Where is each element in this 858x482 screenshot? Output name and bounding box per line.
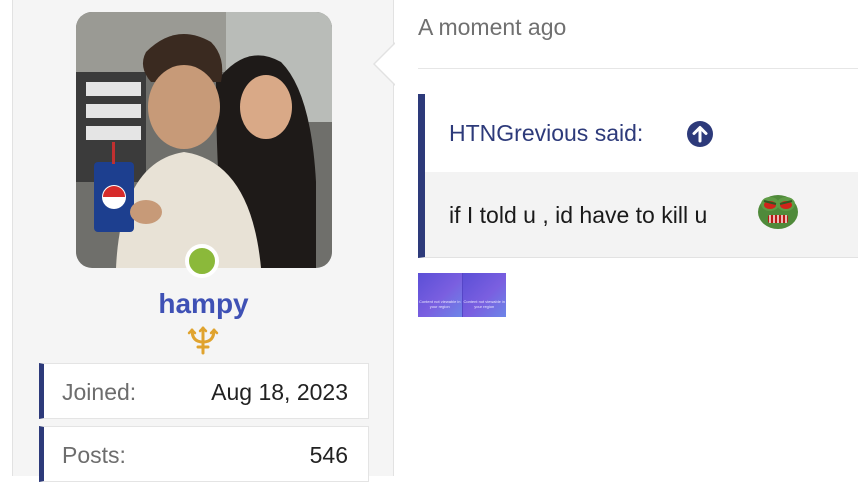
- quote-author-link[interactable]: HTNGrevious said:: [449, 120, 643, 147]
- post-timestamp[interactable]: A moment ago: [418, 14, 566, 41]
- stat-row-joined: Joined: Aug 18, 2023: [39, 363, 369, 419]
- stat-value[interactable]: 546: [310, 442, 348, 469]
- stat-label: Posts:: [62, 442, 126, 468]
- angry-pepe-icon: [758, 195, 798, 229]
- avatar[interactable]: [76, 12, 332, 268]
- media-tile: Content not viewable in your region: [418, 273, 462, 317]
- stat-row-posts: Posts: 546: [39, 426, 369, 482]
- divider: [418, 68, 858, 69]
- arrow-up-icon[interactable]: [686, 120, 714, 148]
- quote-header: HTNGrevious said:: [425, 94, 858, 172]
- avatar-photo: [76, 12, 332, 268]
- quote-block: HTNGrevious said: if I told u , id have …: [418, 94, 858, 258]
- message-pointer-inner: [375, 43, 396, 85]
- media-embed[interactable]: Content not viewable in your region Cont…: [418, 273, 506, 317]
- username-link[interactable]: hampy: [13, 288, 394, 320]
- message-user-column: hampy Joined: Aug 18, 2023 Posts: 546: [12, 0, 394, 482]
- media-tile: Content not viewable in your region: [461, 273, 506, 317]
- trident-icon: [187, 326, 219, 355]
- stat-value: Aug 18, 2023: [211, 379, 348, 405]
- stat-label: Joined:: [62, 379, 137, 405]
- quote-text: if I told u , id have to kill u: [449, 202, 708, 228]
- online-status-indicator: [185, 244, 219, 278]
